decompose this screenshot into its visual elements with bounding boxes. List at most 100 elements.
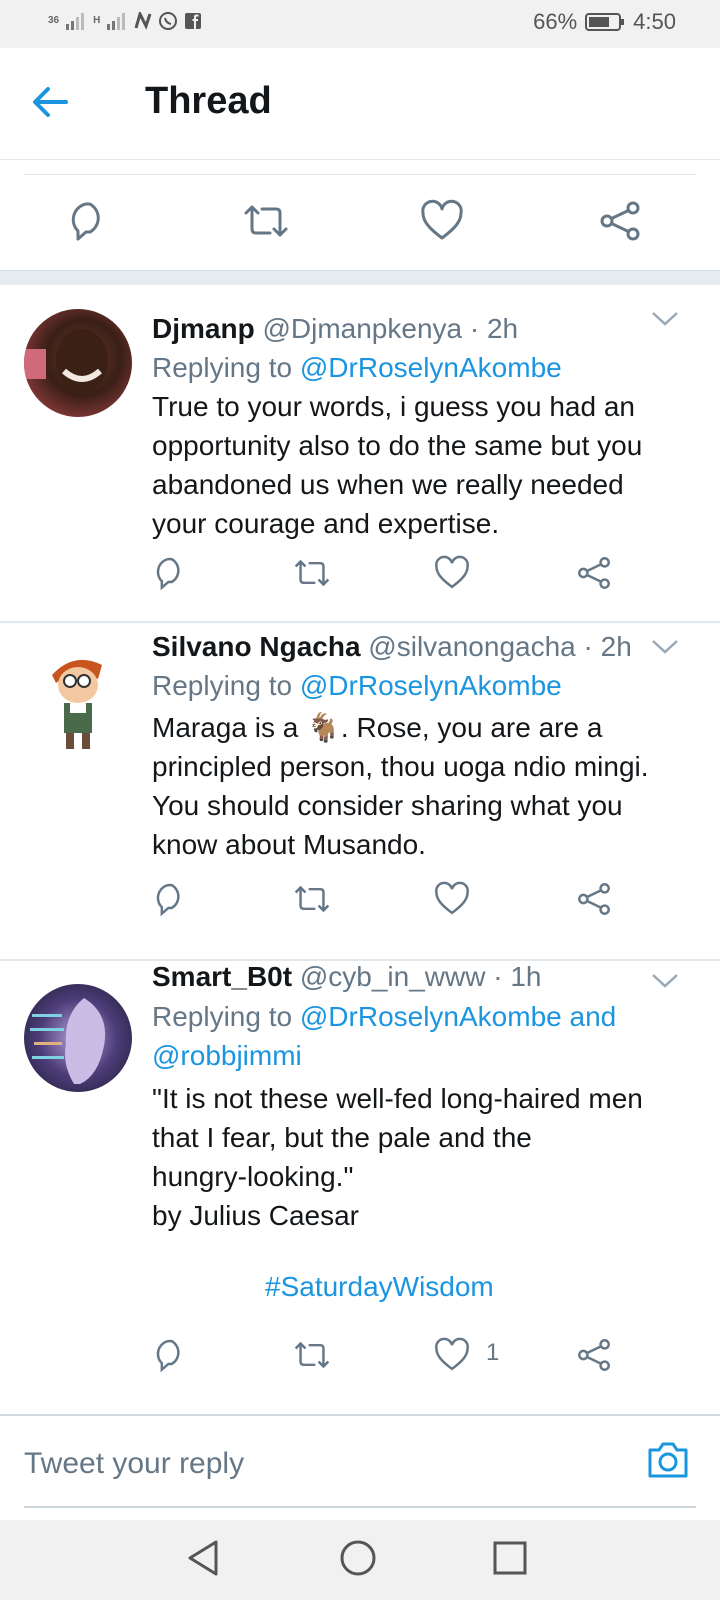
thread-gap bbox=[0, 270, 720, 285]
share-icon bbox=[578, 557, 610, 589]
like-count: 1 bbox=[486, 1339, 500, 1366]
reply-tweet[interactable]: Smart_B0t @cyb_in_www · 1h Replying to @… bbox=[0, 961, 720, 1412]
reply-icon bbox=[71, 202, 100, 241]
replying-line: Replying to @DrRoselynAkombe bbox=[152, 348, 650, 387]
replying-line-2: @robbjimmi bbox=[152, 1036, 650, 1075]
like-button[interactable] bbox=[434, 881, 474, 921]
app-header: Thread bbox=[0, 48, 720, 160]
mention-link[interactable]: @DrRoselynAkombe and bbox=[300, 1001, 616, 1032]
tweet-body: True to your words, i guess you had an o… bbox=[152, 387, 692, 543]
page-title: Thread bbox=[145, 80, 272, 122]
network-2-label: H bbox=[93, 15, 101, 26]
reply-icon bbox=[156, 883, 180, 917]
body-line: Maraga is a 🐐. Rose, you are are a bbox=[152, 712, 603, 743]
camera-button[interactable] bbox=[646, 1440, 694, 1484]
mention-link[interactable]: @robbjimmi bbox=[152, 1040, 302, 1071]
avatar[interactable] bbox=[24, 645, 132, 753]
avatar-photo bbox=[24, 329, 108, 393]
retweet-icon bbox=[244, 205, 288, 237]
share-icon bbox=[600, 201, 640, 241]
replying-label: Replying to bbox=[152, 670, 293, 701]
retweet-button[interactable] bbox=[292, 555, 332, 595]
tweet-body: "It is not these well-fed long-haired me… bbox=[152, 1079, 692, 1235]
status-bar: 36 H 66% 4:50 bbox=[0, 0, 720, 48]
reply-button[interactable] bbox=[152, 1337, 192, 1377]
share-button[interactable] bbox=[576, 555, 616, 595]
body-line: "It is not these well-fed long-haired me… bbox=[152, 1083, 643, 1114]
camera-icon bbox=[648, 1442, 688, 1478]
avatar[interactable] bbox=[24, 984, 132, 1092]
reply-underline bbox=[24, 1506, 696, 1508]
display-name[interactable]: Smart_B0t bbox=[152, 961, 292, 992]
nav-back-icon bbox=[188, 1540, 218, 1576]
avatar-cyber-face bbox=[30, 998, 106, 1084]
handle-time: @Djmanpkenya · 2h bbox=[262, 313, 519, 344]
retweet-icon bbox=[294, 1341, 330, 1369]
nav-home-button[interactable] bbox=[338, 1538, 382, 1582]
mention-link[interactable]: @DrRoselynAkombe bbox=[300, 352, 562, 383]
nav-back-button[interactable] bbox=[184, 1538, 228, 1582]
tweet-header: Silvano Ngacha @silvanongacha · 2h bbox=[152, 627, 650, 666]
retweet-button[interactable] bbox=[292, 1337, 332, 1377]
body-line: your courage and expertise. bbox=[152, 508, 500, 539]
like-button[interactable] bbox=[434, 555, 474, 595]
tweet-header: Smart_B0t @cyb_in_www · 1h bbox=[152, 957, 650, 996]
heart-icon bbox=[421, 199, 463, 240]
main-like-button[interactable] bbox=[420, 199, 468, 247]
display-name[interactable]: Silvano Ngacha bbox=[152, 631, 361, 662]
chevron-down-icon[interactable] bbox=[650, 637, 680, 657]
network-1-label: 36 bbox=[48, 15, 60, 26]
back-arrow-icon bbox=[33, 87, 68, 117]
body-line: by Julius Caesar bbox=[152, 1200, 359, 1231]
heart-icon bbox=[435, 1337, 469, 1371]
whatsapp-icon bbox=[159, 12, 178, 30]
chevron-down-icon[interactable] bbox=[650, 309, 680, 329]
main-share-button[interactable] bbox=[598, 199, 646, 247]
heart-icon bbox=[435, 555, 469, 589]
reply-icon bbox=[156, 557, 180, 591]
like-button[interactable] bbox=[434, 1337, 474, 1377]
replying-line: Replying to @DrRoselynAkombe bbox=[152, 666, 650, 705]
retweet-icon bbox=[294, 885, 330, 913]
heart-icon bbox=[435, 881, 469, 915]
body-line: abandoned us when we really needed bbox=[152, 469, 624, 500]
main-tweet-actions bbox=[0, 175, 720, 270]
reply-tweet[interactable]: Djmanp @Djmanpkenya · 2h Replying to @Dr… bbox=[0, 285, 720, 621]
tweet-header: Djmanp @Djmanpkenya · 2h bbox=[152, 309, 650, 348]
mention-link[interactable]: @DrRoselynAkombe bbox=[300, 670, 562, 701]
reply-input[interactable] bbox=[24, 1416, 624, 1512]
clock: 4:50 bbox=[633, 9, 676, 34]
hashtag-link[interactable]: #SaturdayWisdom bbox=[265, 1271, 494, 1302]
hashtag-line: #SaturdayWisdom bbox=[265, 1267, 565, 1306]
header-divider bbox=[0, 159, 720, 160]
replying-label: Replying to bbox=[152, 352, 293, 383]
body-line: True to your words, i guess you had an bbox=[152, 391, 635, 422]
nav-recents-button[interactable] bbox=[490, 1538, 534, 1582]
retweet-button[interactable] bbox=[292, 881, 332, 921]
replying-label: Replying to bbox=[152, 1001, 293, 1032]
reply-icon bbox=[156, 1339, 180, 1373]
reply-button[interactable] bbox=[152, 555, 192, 595]
avatar[interactable] bbox=[24, 309, 132, 417]
display-name[interactable]: Djmanp bbox=[152, 313, 255, 344]
reply-button[interactable] bbox=[152, 881, 192, 921]
nav-home-icon bbox=[340, 1540, 376, 1576]
facebook-icon bbox=[185, 13, 202, 29]
nav-recents-icon bbox=[493, 1541, 527, 1575]
main-reply-button[interactable] bbox=[66, 199, 114, 247]
main-retweet-button[interactable] bbox=[242, 199, 290, 247]
body-line: know about Musando. bbox=[152, 829, 426, 860]
body-line: You should consider sharing what you bbox=[152, 790, 623, 821]
system-nav-bar bbox=[0, 1520, 720, 1600]
tweet-body: Maraga is a 🐐. Rose, you are are a princ… bbox=[152, 708, 692, 864]
back-button[interactable] bbox=[30, 82, 82, 130]
status-right: 66% 4:50 bbox=[533, 9, 676, 35]
body-line: hungry-looking." bbox=[152, 1161, 354, 1192]
reply-tweet[interactable]: Silvano Ngacha @silvanongacha · 2h Reply… bbox=[0, 623, 720, 959]
share-button[interactable] bbox=[576, 881, 616, 921]
handle-time: @silvanongacha · 2h bbox=[368, 631, 632, 662]
chevron-down-icon[interactable] bbox=[650, 971, 680, 991]
body-line: principled person, thou uoga ndio mingi. bbox=[152, 751, 649, 782]
share-icon bbox=[578, 1339, 610, 1371]
share-button[interactable] bbox=[576, 1337, 616, 1377]
